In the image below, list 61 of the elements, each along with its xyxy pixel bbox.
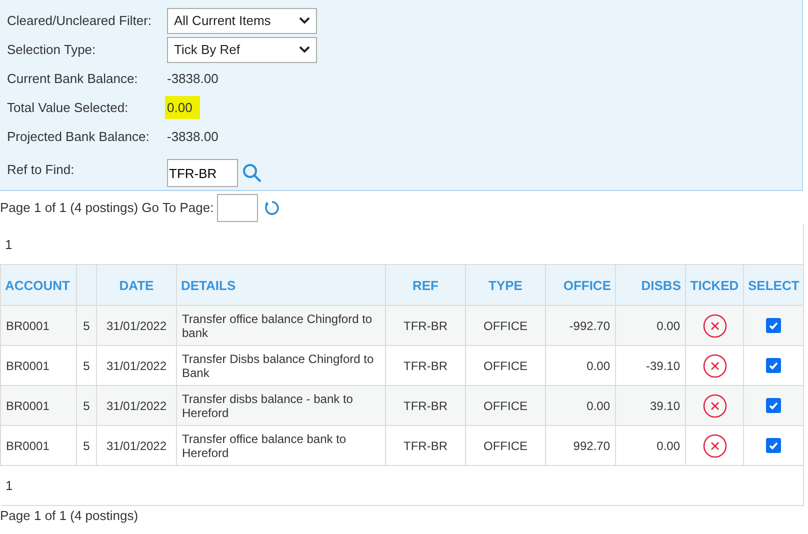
account-cell: BR0001 — [6, 318, 50, 332]
office-cell: -992.70 — [569, 318, 610, 332]
date-cell: 31/01/2022 — [106, 398, 167, 412]
dropdown[interactable]: Tick By Ref — [167, 36, 317, 62]
account-cell: BR0001 — [6, 438, 50, 452]
checkbox[interactable] — [766, 438, 781, 454]
column-header[interactable]: TYPE — [488, 278, 522, 292]
field-value: -3838.00 — [166, 70, 220, 88]
details-cell: Transfer office balance bank to Hereford — [182, 432, 346, 460]
number-cell: 5 — [83, 358, 90, 372]
type-cell: OFFICE — [484, 358, 528, 372]
ref-cell: TFR-BR — [404, 398, 448, 412]
type-cell: OFFICE — [484, 438, 528, 452]
field-label: Total Value Selected: — [7, 100, 130, 115]
checkbox[interactable] — [766, 398, 781, 414]
account-cell: BR0001 — [6, 358, 50, 372]
disbs-cell: 0.00 — [656, 318, 680, 332]
number-cell: 5 — [83, 318, 90, 332]
field-label: Ref to Find: — [7, 162, 76, 176]
field-value: -3838.00 — [166, 128, 220, 146]
type-cell: OFFICE — [484, 318, 528, 332]
input-field[interactable]: TFR-BR — [167, 159, 238, 187]
pager-text: Page 1 of 1 (4 postings) Go To Page: — [0, 200, 214, 215]
ref-cell: TFR-BR — [404, 358, 448, 372]
date-cell: 31/01/2022 — [106, 438, 167, 452]
type-cell: OFFICE — [484, 398, 528, 412]
column-header[interactable]: DETAILS — [181, 278, 236, 292]
checkbox[interactable] — [766, 318, 781, 334]
caret-icon — [299, 17, 310, 24]
date-cell: 31/01/2022 — [106, 318, 167, 332]
column-header[interactable]: DATE — [119, 278, 154, 292]
disbs-cell: 39.10 — [650, 398, 680, 412]
page-link[interactable]: 1 — [6, 478, 13, 492]
details-cell: Transfer disbs balance - bank to Hereford — [182, 392, 353, 420]
account-cell: BR0001 — [6, 398, 50, 412]
pager-text: Page 1 of 1 (4 postings) — [0, 508, 138, 523]
number-cell: 5 — [83, 438, 90, 452]
field-label: Current Bank Balance: — [7, 71, 139, 86]
details-cell: Transfer office balance Chingford to bank — [182, 312, 372, 340]
office-cell: 0.00 — [586, 358, 610, 372]
number-cell: 5 — [83, 398, 90, 412]
details-cell: Transfer Disbs balance Chingford to Bank — [182, 352, 374, 380]
field-value: 0.00 — [165, 96, 200, 119]
checkbox[interactable] — [766, 358, 781, 374]
input-field[interactable] — [216, 194, 258, 222]
field-label: Selection Type: — [7, 42, 97, 57]
ref-cell: TFR-BR — [404, 438, 448, 452]
field-label: Cleared/Uncleared Filter: — [7, 13, 153, 28]
disbs-cell: -39.10 — [646, 358, 680, 372]
disbs-cell: 0.00 — [656, 438, 680, 452]
ref-cell: TFR-BR — [404, 318, 448, 332]
office-cell: 0.00 — [586, 398, 610, 412]
column-header[interactable]: REF — [412, 278, 438, 292]
date-cell: 31/01/2022 — [106, 358, 167, 372]
dropdown[interactable]: All Current Items — [167, 8, 317, 34]
caret-icon — [299, 46, 310, 53]
refresh-icon[interactable] — [264, 200, 280, 216]
field-label: Projected Bank Balance: — [7, 129, 150, 144]
page-link[interactable]: 1 — [5, 236, 12, 252]
office-cell: 992.70 — [573, 438, 610, 452]
search-icon[interactable] — [242, 163, 262, 183]
